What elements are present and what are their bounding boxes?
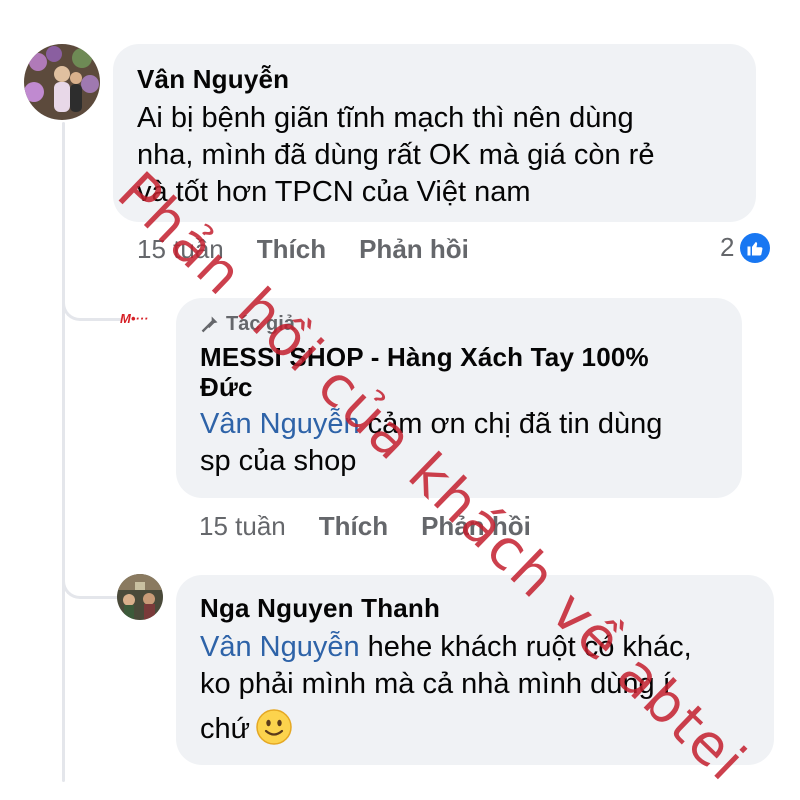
reply-button[interactable]: Phản hồi [421,511,531,542]
comment-line: nha, mình đã dùng rất OK mà giá còn rẻ [137,139,655,171]
comment-meta: 15 tuần Thích Phản hồi [199,511,564,542]
comment-text: Ai bị bệnh giãn tĩnh mạch thì nên dùng n… [137,100,732,211]
slightly-smiling-face-icon [256,709,292,745]
reply-connector [62,296,121,321]
reply-connector [62,574,121,599]
timestamp[interactable]: 15 tuần [199,511,286,542]
comment-line: Ai bị bệnh giãn tĩnh mạch thì nên dùng [137,102,634,134]
mention-link[interactable]: Vân Nguyễn [200,631,360,663]
comment-meta: 15 tuần Thích Phản hồi [137,234,502,265]
comment-bubble: Vân Nguyễn Ai bị bệnh giãn tĩnh mạch thì… [113,44,756,222]
shop-logo-text: M•··· [120,310,149,326]
comment-line: ko phải mình mà cả nhà mình dùng í [200,668,671,700]
comment-line: và tốt hơn TPCN của Việt nam [137,176,531,208]
author-badge: Tác giả [200,312,718,336]
reply-bubble: Nga Nguyen Thanh Vân Nguyễn hehe khách r… [176,575,774,765]
reply-bubble: Tác giả MESSI SHOP - Hàng Xách Tay 100% … [176,298,742,498]
like-reaction-icon [740,232,771,263]
shop-logo[interactable]: M•··· [120,306,164,330]
author-badge-label: Tác giả [226,313,295,335]
comment-line: chứ [200,713,251,745]
like-button[interactable]: Thích [319,511,388,542]
thread-line [62,122,65,782]
author-line: MESSI SHOP - Hàng Xách Tay 100% [200,342,649,372]
avatar[interactable] [117,574,163,620]
comment-line: hehe khách ruột có khác, [359,631,692,663]
reactions-summary[interactable]: 2 [720,232,771,263]
comment-line: sp của shop [200,445,357,477]
microphone-icon [201,316,218,333]
reaction-count: 2 [720,232,735,262]
like-button[interactable]: Thích [257,234,326,265]
comment-author[interactable]: Vân Nguyễn [137,64,732,94]
comment-line: cảm ơn chị đã tin dùng [359,408,663,440]
comment-author[interactable]: MESSI SHOP - Hàng Xách Tay 100% Đức [200,342,718,402]
comment-text: Vân Nguyễn cảm ơn chị đã tin dùng sp của… [200,406,718,480]
reply-button[interactable]: Phản hồi [359,234,469,265]
comment-author[interactable]: Nga Nguyen Thanh [200,593,750,623]
mention-link[interactable]: Vân Nguyễn [200,408,360,440]
comment-text: Vân Nguyễn hehe khách ruột có khác, ko p… [200,629,750,748]
avatar[interactable] [24,44,100,120]
author-line: Đức [200,372,253,402]
timestamp[interactable]: 15 tuần [137,234,224,265]
